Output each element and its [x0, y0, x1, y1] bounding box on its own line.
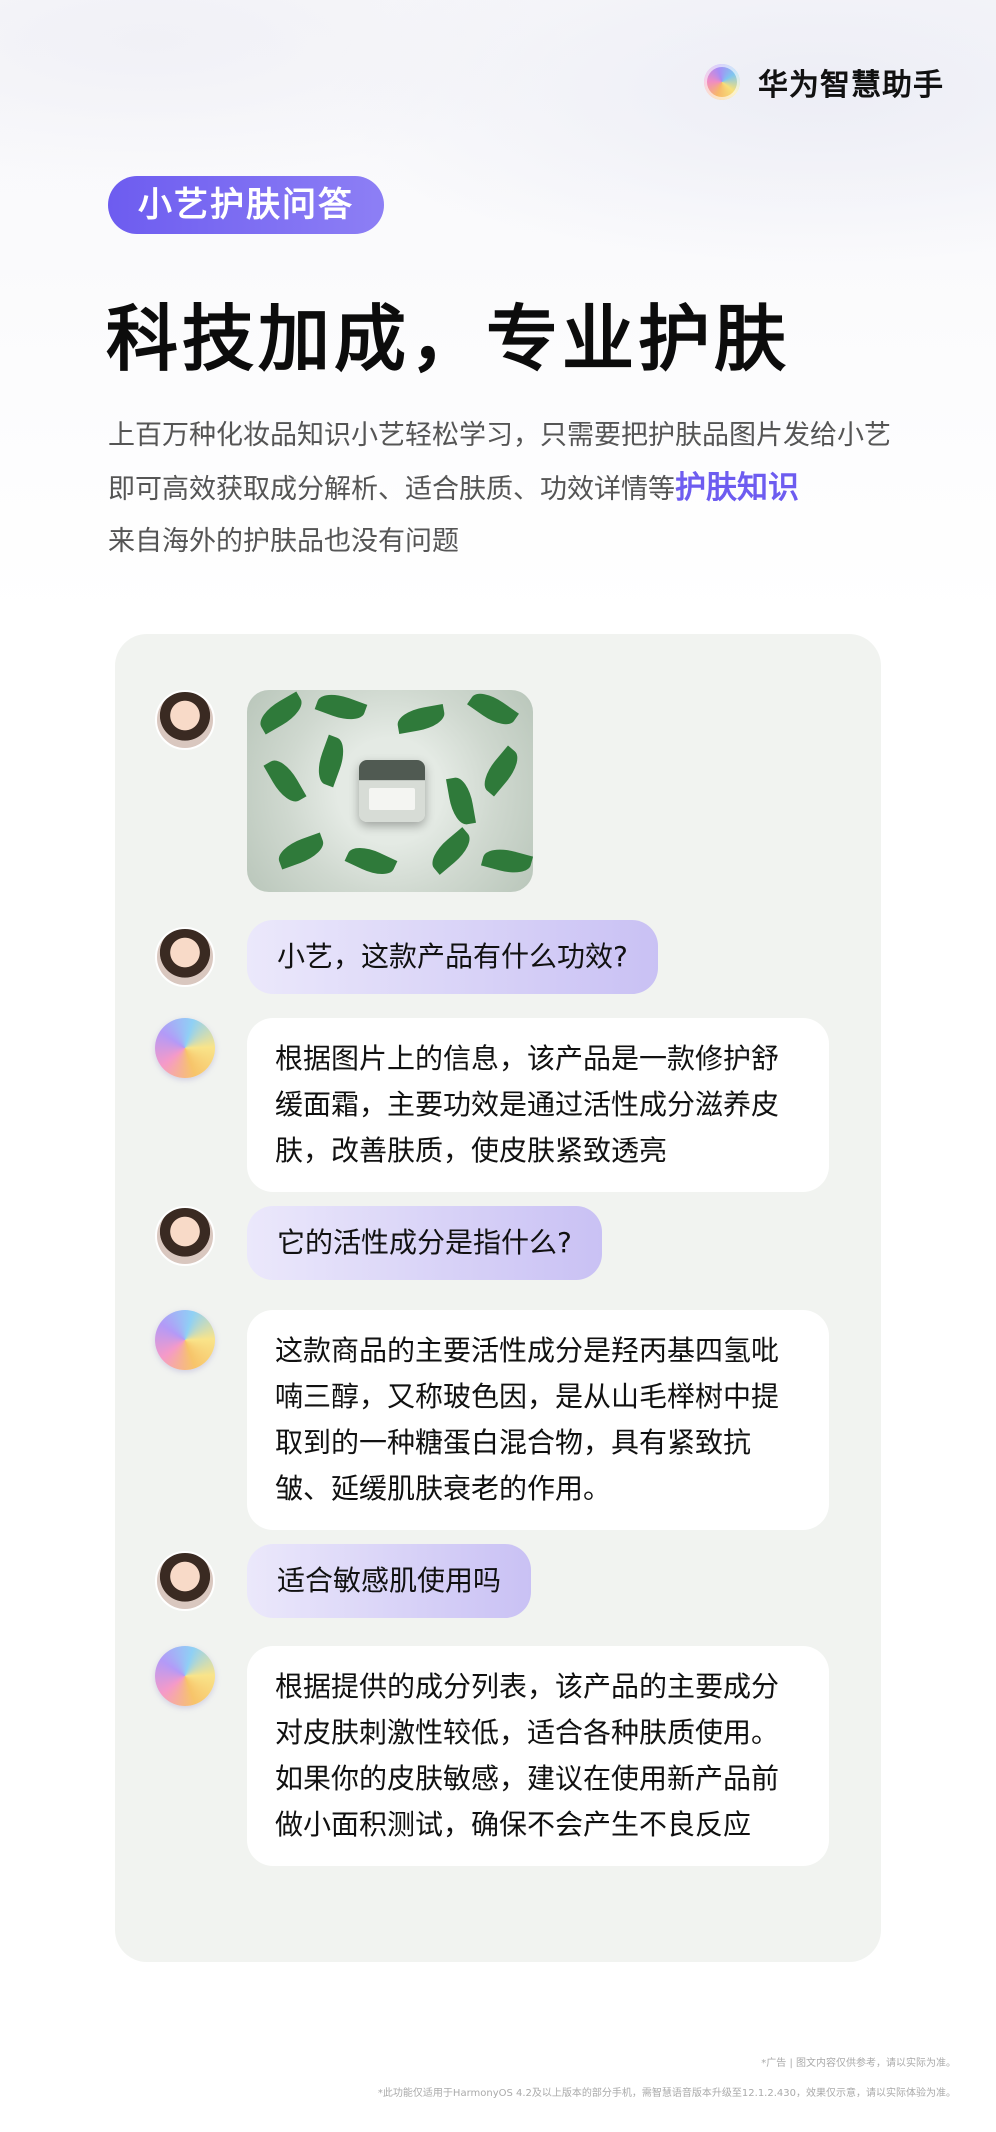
user-message-bubble: 它的活性成分是指什么?: [247, 1206, 602, 1280]
user-message-bubble: 小艺，这款产品有什么功效?: [247, 920, 658, 994]
assistant-message-bubble: 根据提供的成分列表，该产品的主要成分对皮肤刺激性较低，适合各种肤质使用。如果你的…: [247, 1646, 829, 1866]
cream-jar: [359, 760, 425, 822]
user-avatar-icon: [155, 690, 215, 750]
description-line-1: 上百万种化妆品知识小艺轻松学习，只需要把护肤品图片发给小艺: [108, 420, 891, 451]
description-highlight: 护肤知识: [675, 470, 799, 506]
assistant-avatar-icon: [155, 1646, 215, 1706]
description-line-3: 来自海外的护肤品也没有问题: [108, 526, 459, 557]
user-message-bubble: 适合敏感肌使用吗: [247, 1544, 532, 1618]
skincare-product-photo[interactable]: [247, 690, 533, 892]
user-avatar-icon: [155, 927, 215, 987]
user-avatar-icon: [155, 1551, 215, 1611]
footer-note-2: *此功能仅适用于HarmonyOS 4.2及以上版本的部分手机，需智慧语音版本升…: [377, 2088, 956, 2099]
assistant-message-bubble: 根据图片上的信息，该产品是一款修护舒缓面霜，主要功效是通过活性成分滋养皮肤，改善…: [247, 1018, 829, 1192]
assistant-logo-icon: [704, 64, 740, 100]
description: 上百万种化妆品知识小艺轻松学习，只需要把护肤品图片发给小艺 即可高效获取成分解析…: [108, 410, 891, 568]
description-line-2-text: 即可高效获取成分解析、适合肤质、功效详情等: [108, 474, 675, 505]
description-line-2: 即可高效获取成分解析、适合肤质、功效详情等护肤知识: [108, 462, 891, 516]
brand-name: 华为智慧助手: [758, 68, 944, 103]
feature-tag: 小艺护肤问答: [108, 176, 384, 234]
assistant-avatar-icon: [155, 1018, 215, 1078]
footer-note-1: *广告 | 图文内容仅供参考，请以实际为准。: [761, 2058, 956, 2069]
assistant-message-bubble: 这款商品的主要活性成分是羟丙基四氢吡喃三醇，又称玻色因，是从山毛榉树中提取到的一…: [247, 1310, 829, 1530]
brand-header: 华为智慧助手: [704, 60, 944, 104]
assistant-avatar-icon: [155, 1310, 215, 1370]
chat-card: 小艺，这款产品有什么功效? 根据图片上的信息，该产品是一款修护舒缓面霜，主要功效…: [115, 634, 881, 1962]
page-title: 科技加成，专业护肤: [106, 297, 791, 381]
user-avatar-icon: [155, 1206, 215, 1266]
